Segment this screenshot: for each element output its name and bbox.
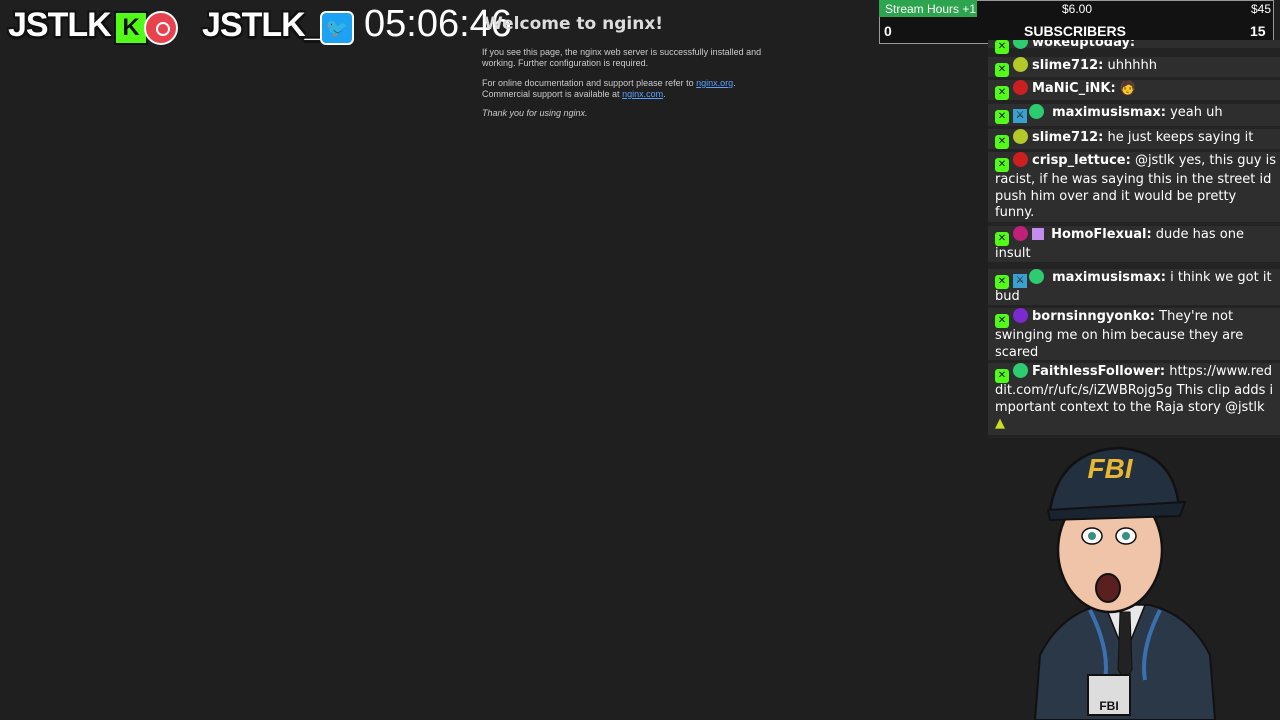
sub-badge-icon (1029, 104, 1044, 119)
chat-username[interactable]: slime712: (1032, 130, 1103, 145)
badge-text: FBI (1099, 699, 1118, 713)
chat-username[interactable]: maximusismax: (1052, 105, 1166, 120)
chat-message: ✕ bornsinngyonko: They're not swinging me… (988, 308, 1280, 360)
sub-badge-icon (1029, 269, 1044, 284)
chat-text: uhhhhh (1107, 58, 1157, 73)
emote-icon: 🧑 (1119, 81, 1137, 96)
twitter-icon: 🐦 (320, 11, 354, 45)
chat-username[interactable]: slime712: (1032, 58, 1103, 73)
chat-username[interactable]: wokeuptoday: (1032, 40, 1135, 50)
cap-text: FBI (1087, 453, 1133, 484)
chat-username[interactable]: bornsinngyonko: (1032, 309, 1155, 324)
chat-username[interactable]: maximusismax: (1052, 270, 1166, 285)
nginx-thanks: Thank you for using nginx. (482, 108, 588, 118)
chat-message: ✕ ⚔ maximusismax: i think we got it bud (988, 269, 1280, 305)
kick-badge-icon: ✕ (995, 110, 1009, 124)
chat-panel[interactable]: ✕ wokeuptoday: ✕ slime712: uhhhhh ✕ MaNiC_i… (988, 40, 1280, 438)
chat-message: ✕ slime712: uhhhhh (988, 57, 1280, 77)
chat-message: ✕ MaNiC_iNK: 🧑 (988, 80, 1280, 100)
kick-badge-icon: ✕ (995, 86, 1009, 100)
gift-badge-icon (1032, 228, 1044, 240)
sword-badge-icon: ⚔ (1013, 274, 1027, 288)
youtube-icon (144, 11, 178, 45)
chat-message: ✕ crisp_lettuce: @jstlk yes, this guy is … (988, 152, 1280, 222)
nginx-com-link[interactable]: nginx.com (622, 89, 663, 99)
kick-badge-icon: ✕ (995, 232, 1009, 246)
sub-badge-icon (1013, 40, 1028, 49)
chat-username[interactable]: FaithlessFollower: (1032, 364, 1165, 379)
nginx-org-link[interactable]: nginx.org (696, 78, 733, 88)
kick-badge-icon: ✕ (995, 63, 1009, 77)
sub-badge-icon (1013, 80, 1028, 95)
goal-label: Stream Hours +1 (885, 2, 977, 16)
sub-badge-icon (1013, 152, 1028, 167)
chat-message: ✕ HomoFlexual: dude has one insult (988, 226, 1280, 262)
subs-start: 0 (884, 23, 892, 39)
subs-end: 15 (1250, 23, 1266, 39)
chat-username[interactable]: HomoFlexual: (1051, 227, 1152, 242)
jstlk-twitter-logo: JSTLK_ (202, 6, 324, 44)
kick-badge-icon: ✕ (995, 158, 1009, 172)
goal-amount: $6.00 (1062, 2, 1093, 16)
jstlk-logo: JSTLK (8, 6, 112, 44)
sub-badge-icon (1013, 363, 1028, 378)
kick-icon: K (114, 11, 148, 45)
nginx-paragraph-2: For online documentation and support ple… (482, 78, 736, 99)
fbi-mascot-image: FBI FBI (1033, 446, 1217, 720)
chat-text: yeah uh (1170, 105, 1223, 120)
subs-label: SUBSCRIBERS (1024, 23, 1126, 39)
kick-badge-icon: ✕ (995, 275, 1009, 289)
nginx-paragraph-1: If you see this page, the nginx web serv… (482, 47, 762, 68)
sub-badge-icon (1013, 308, 1028, 323)
chat-username[interactable]: MaNiC_iNK: (1032, 81, 1116, 96)
chat-message: ✕ slime712: he just keeps saying it (988, 129, 1280, 149)
chat-message: ✕ wokeuptoday: (988, 40, 1280, 54)
goal-target: $45 (1251, 2, 1272, 16)
sub-badge-icon (1013, 226, 1028, 241)
sub-badge-icon (1013, 57, 1028, 72)
emote-icon: ▲ (995, 416, 1005, 431)
kick-badge-icon: ✕ (995, 314, 1009, 328)
chat-text: he just keeps saying it (1107, 130, 1254, 145)
kick-badge-icon: ✕ (995, 135, 1009, 149)
sword-badge-icon: ⚔ (1013, 109, 1027, 123)
chat-message: ✕ ⚔ maximusismax: yeah uh (988, 104, 1280, 126)
sub-badge-icon (1013, 129, 1028, 144)
chat-username[interactable]: crisp_lettuce: (1032, 153, 1131, 168)
nginx-title: Welcome to nginx! (484, 14, 664, 34)
chat-message: ✕ FaithlessFollower: https://www.reddit.c… (988, 363, 1280, 435)
kick-badge-icon: ✕ (995, 40, 1009, 54)
kick-badge-icon: ✕ (995, 369, 1009, 383)
